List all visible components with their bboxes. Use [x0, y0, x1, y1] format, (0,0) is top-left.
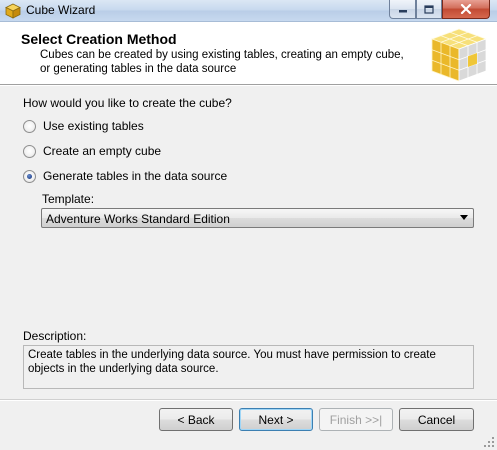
maximize-icon [424, 4, 434, 14]
maximize-button[interactable] [416, 0, 442, 19]
option-label: Create an empty cube [43, 144, 162, 158]
option-use-existing-tables[interactable]: Use existing tables [23, 119, 144, 133]
next-button[interactable]: Next > [239, 408, 313, 431]
wizard-header: Select Creation Method Cubes can be crea… [0, 22, 497, 85]
template-dropdown[interactable]: Adventure Works Standard Edition [41, 208, 474, 228]
template-selected-value: Adventure Works Standard Edition [46, 212, 230, 226]
radio-button[interactable] [23, 144, 36, 158]
minimize-icon [398, 10, 407, 13]
title-bar[interactable]: Cube Wizard [0, 0, 497, 22]
option-label: Generate tables in the data source [43, 169, 228, 183]
chevron-down-icon [460, 215, 468, 220]
close-icon [460, 4, 472, 14]
template-label: Template: [42, 192, 95, 206]
page-description: Cubes can be created by using existing t… [40, 49, 404, 75]
back-button[interactable]: < Back [159, 408, 233, 431]
description-label: Description: [23, 329, 87, 343]
option-label: Use existing tables [43, 119, 144, 133]
radio-button-selected[interactable] [23, 169, 36, 183]
page-title: Select Creation Method [21, 31, 177, 47]
option-generate-tables[interactable]: Generate tables in the data source [23, 169, 227, 183]
option-create-empty-cube[interactable]: Create an empty cube [23, 144, 161, 158]
description-box: Create tables in the underlying data sou… [23, 345, 474, 389]
wizard-footer: < Back Next > Finish >>| Cancel [0, 401, 497, 450]
cube-icon [5, 3, 21, 19]
creation-prompt: How would you like to create the cube? [23, 96, 232, 110]
radio-button[interactable] [23, 119, 36, 133]
window-title: Cube Wizard [26, 3, 96, 17]
minimize-button[interactable] [389, 0, 416, 19]
wizard-body: How would you like to create the cube? U… [0, 86, 497, 400]
cube-graphic [430, 28, 488, 82]
close-button[interactable] [442, 0, 490, 19]
cancel-button[interactable]: Cancel [399, 408, 474, 431]
resize-grip-icon[interactable] [483, 436, 495, 448]
finish-button: Finish >>| [319, 408, 393, 431]
